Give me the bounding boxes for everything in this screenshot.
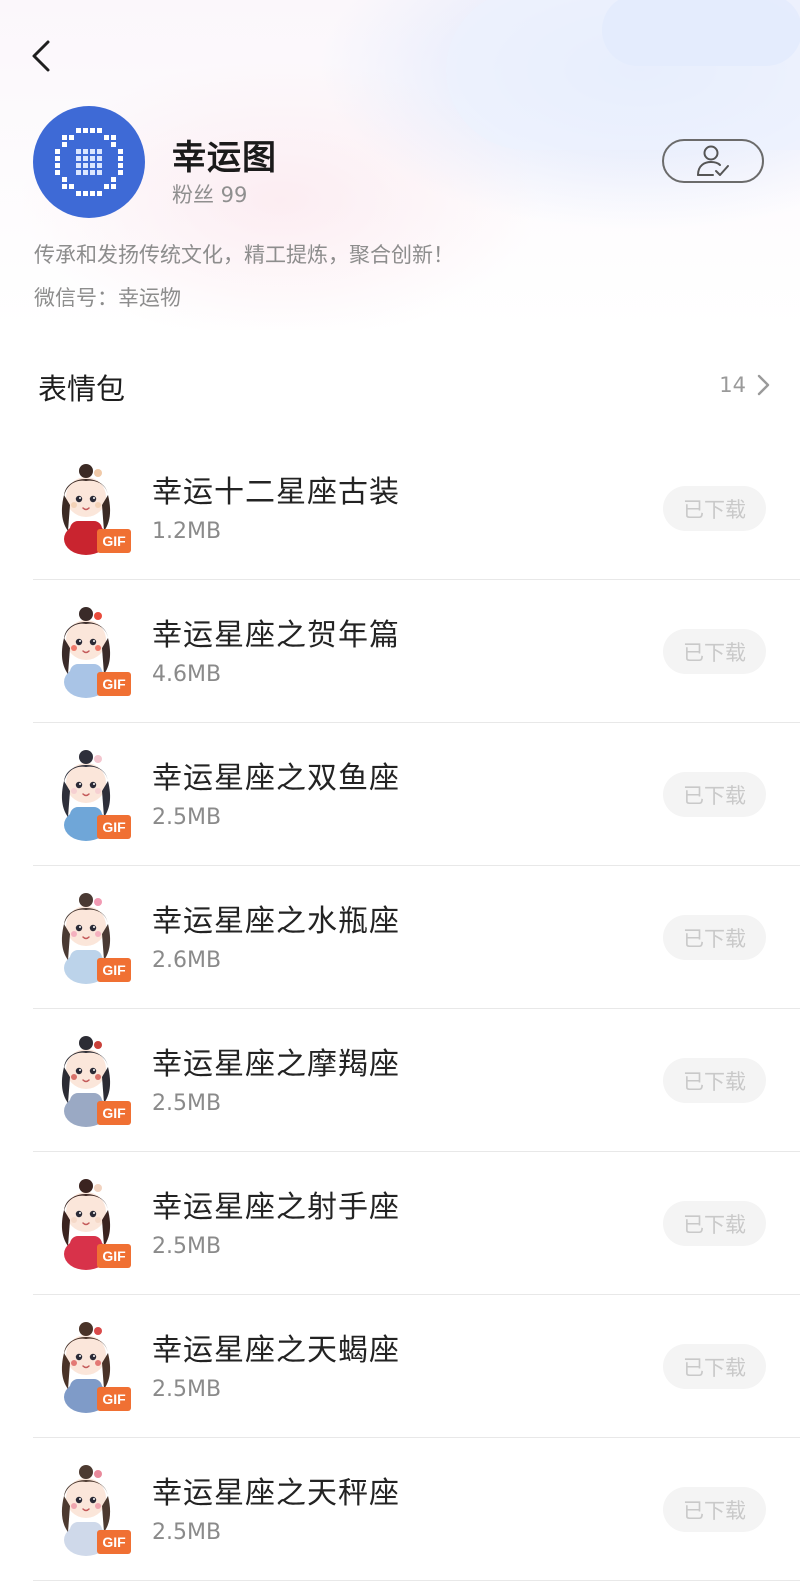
follow-button[interactable] (662, 139, 764, 183)
sticker-pack-name: 幸运星座之天蝎座 (152, 1333, 400, 1368)
downloaded-button[interactable]: 已下载 (663, 629, 766, 674)
section-count: 14 (719, 373, 746, 397)
sticker-pack-size: 1.2MB (152, 519, 222, 544)
avatar (33, 106, 145, 218)
fans-count: 粉丝 99 (172, 183, 248, 207)
sticker-pack-size: 2.5MB (152, 1520, 222, 1545)
sticker-pack-name: 幸运十二星座古装 (152, 475, 400, 510)
sticker-pack-name: 幸运星座之水瓶座 (152, 904, 400, 939)
downloaded-button[interactable]: 已下载 (663, 1344, 766, 1389)
sticker-pack-size: 2.6MB (152, 948, 222, 973)
section-title: 表情包 (38, 372, 126, 406)
sticker-pack-size: 4.6MB (152, 662, 222, 687)
chevron-left-icon (32, 40, 50, 72)
downloaded-button[interactable]: 已下载 (663, 486, 766, 531)
downloaded-button[interactable]: 已下载 (663, 915, 766, 960)
downloaded-button[interactable]: 已下载 (663, 1058, 766, 1103)
list-item[interactable]: GIF 幸运星座之天秤座 2.5MB 已下载 (0, 1438, 800, 1581)
gif-badge: GIF (97, 1244, 131, 1268)
header-decoration-small (602, 0, 800, 66)
gif-badge: GIF (97, 529, 131, 553)
sticker-pack-size: 2.5MB (152, 1377, 222, 1402)
profile-description: 传承和发扬传统文化，精工提炼，聚合创新！ (34, 243, 454, 267)
list-item[interactable]: GIF 幸运星座之射手座 2.5MB 已下载 (0, 1152, 800, 1295)
sticker-pack-name: 幸运星座之贺年篇 (152, 618, 400, 653)
chevron-right-icon (757, 374, 770, 396)
gif-badge: GIF (97, 958, 131, 982)
list-item[interactable]: GIF 幸运星座之贺年篇 4.6MB 已下载 (0, 580, 800, 723)
sticker-pack-size: 2.5MB (152, 805, 222, 830)
list-item[interactable]: GIF 幸运星座之天蝎座 2.5MB 已下载 (0, 1295, 800, 1438)
back-button[interactable] (24, 34, 64, 78)
list-item[interactable]: GIF 幸运十二星座古装 1.2MB 已下载 (0, 437, 800, 580)
gif-badge: GIF (97, 1530, 131, 1554)
section-more-link[interactable]: 14 (719, 368, 772, 402)
user-check-icon (697, 145, 729, 176)
sticker-pack-name: 幸运星座之射手座 (152, 1190, 400, 1225)
sticker-pack-name: 幸运星座之双鱼座 (152, 761, 400, 796)
downloaded-button[interactable]: 已下载 (663, 772, 766, 817)
sticker-pack-size: 2.5MB (152, 1091, 222, 1116)
gif-badge: GIF (97, 815, 131, 839)
sticker-pack-size: 2.5MB (152, 1234, 222, 1259)
wechat-id: 微信号：幸运物 (34, 286, 181, 310)
sticker-pack-name: 幸运星座之天秤座 (152, 1476, 400, 1511)
sticker-pack-list: GIF 幸运十二星座古装 1.2MB 已下载 GIF 幸运星座之贺年篇 4.6MB 已下载 GI… (0, 437, 800, 1581)
page-title: 幸运图 (172, 138, 277, 178)
gif-badge: GIF (97, 672, 131, 696)
pixel-logo-icon (55, 128, 123, 196)
downloaded-button[interactable]: 已下载 (663, 1487, 766, 1532)
gif-badge: GIF (97, 1101, 131, 1125)
list-item[interactable]: GIF 幸运星座之双鱼座 2.5MB 已下载 (0, 723, 800, 866)
sticker-pack-name: 幸运星座之摩羯座 (152, 1047, 400, 1082)
list-item[interactable]: GIF 幸运星座之摩羯座 2.5MB 已下载 (0, 1009, 800, 1152)
gif-badge: GIF (97, 1387, 131, 1411)
downloaded-button[interactable]: 已下载 (663, 1201, 766, 1246)
list-item[interactable]: GIF 幸运星座之水瓶座 2.6MB 已下载 (0, 866, 800, 1009)
